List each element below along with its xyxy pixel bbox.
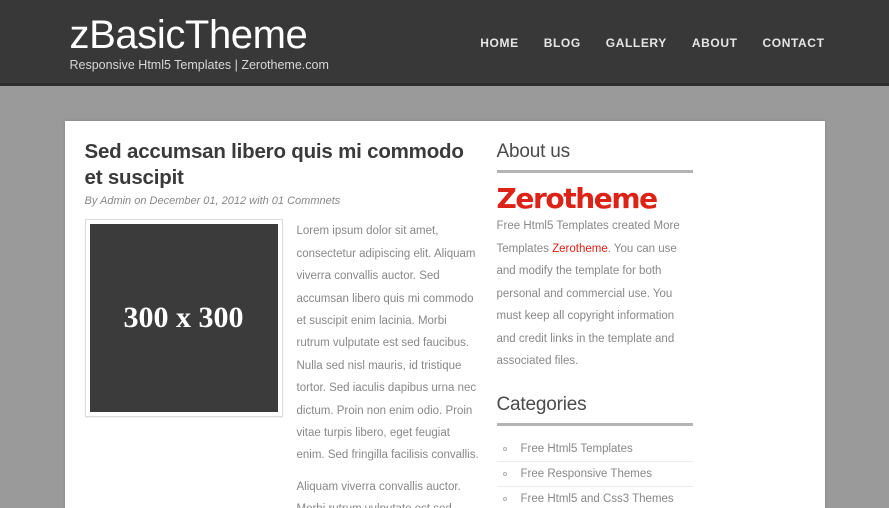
nav-item-contact[interactable]: CONTACT [763,36,825,50]
zerotheme-link[interactable]: Zerotheme [552,243,608,255]
nav-item-home[interactable]: HOME [480,36,518,50]
page-wrap: Sed accumsan libero quis mi commodo et s… [64,86,825,508]
main-content-column: Sed accumsan libero quis mi commodo et s… [84,139,497,508]
post-thumbnail-placeholder: 300 x 300 [89,224,278,413]
widget-divider [496,423,693,427]
widget-title-categories: Categories [496,394,587,416]
content-container: Sed accumsan libero quis mi commodo et s… [64,121,825,508]
post-meta: By Admin on December 01, 2012 with 01 Co… [84,195,341,208]
category-link[interactable]: Free Html5 and Css3 Themes [521,493,674,505]
bullet-circle-icon [502,447,507,452]
about-us-text: Free Html5 Templates created More Templa… [497,215,693,372]
widget-divider [496,170,693,173]
list-item[interactable]: Free Html5 Templates [496,437,693,463]
brand-tagline: Responsive Html5 Templates | Zerotheme.c… [69,58,329,72]
post-title[interactable]: Sed accumsan libero quis mi commodo et s… [85,139,481,190]
list-item[interactable]: Free Html5 and Css3 Themes [497,487,693,508]
post-text: Lorem ipsum dolor sit amet, consectetur … [297,219,481,508]
bullet-circle-icon [502,472,507,477]
post-paragraph-2: Aliquam viverra convallis auctor. Morbi … [296,480,461,508]
nav-item-blog[interactable]: BLOG [544,36,581,50]
post-thumbnail-frame[interactable]: 300 x 300 [84,219,283,418]
post-paragraph-1: Lorem ipsum dolor sit amet, consectetur … [296,225,479,462]
site-header: zBasicTheme Responsive Html5 Templates |… [0,0,889,86]
header-inner: zBasicTheme Responsive Html5 Templates |… [65,0,825,83]
categories-list: Free Html5 Templates Free Responsive The… [496,437,693,508]
nav-item-about[interactable]: ABOUT [692,36,738,50]
post-article: Sed accumsan libero quis mi commodo et s… [84,139,481,508]
main-navigation: HOME BLOG GALLERY ABOUT CONTACT [480,33,824,50]
post-body: 300 x 300 Lorem ipsum dolor sit amet, co… [84,219,481,508]
brand-title: zBasicTheme [69,13,308,57]
list-item[interactable]: Free Responsive Themes [496,462,693,488]
zerotheme-logo: Zerotheme [496,182,659,215]
about-text-part-2: . You can use and modify the template fo… [496,242,677,367]
widget-title-about: About us [496,141,571,162]
sidebar: About us Zerotheme Free Html5 Templates … [496,139,693,508]
category-link[interactable]: Free Responsive Themes [521,468,652,480]
widget-about-us: About us Zerotheme Free Html5 Templates … [496,141,693,372]
site-brand[interactable]: zBasicTheme Responsive Html5 Templates |… [70,10,329,73]
bullet-circle-icon [502,497,507,502]
category-link[interactable]: Free Html5 Templates [521,443,633,455]
nav-item-gallery[interactable]: GALLERY [606,36,667,50]
widget-categories: Categories Free Html5 Templates Free Res… [496,394,693,508]
